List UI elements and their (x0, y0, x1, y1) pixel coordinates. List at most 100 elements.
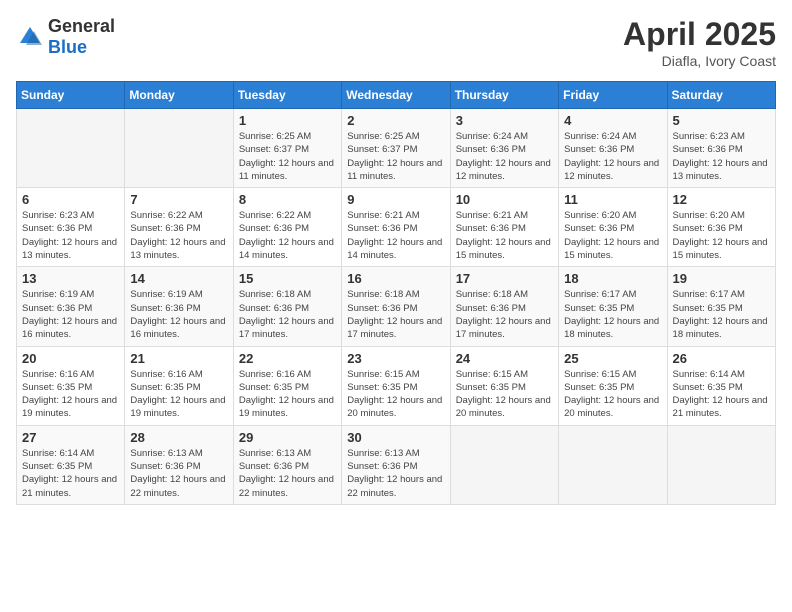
calendar-cell: 27 Sunrise: 6:14 AM Sunset: 6:35 PM Dayli… (17, 425, 125, 504)
calendar-cell: 6 Sunrise: 6:23 AM Sunset: 6:36 PM Daylig… (17, 188, 125, 267)
day-header-saturday: Saturday (667, 82, 775, 109)
calendar-cell: 2Sunrise: 6:25 AM Sunset: 6:37 PM Daylig… (342, 109, 450, 188)
day-info: Sunrise: 6:13 AM Sunset: 6:36 PM Dayligh… (347, 447, 444, 500)
day-info: Sunrise: 6:21 AM Sunset: 6:36 PM Dayligh… (456, 209, 553, 262)
calendar-cell: 14 Sunrise: 6:19 AM Sunset: 6:36 PM Dayli… (125, 267, 233, 346)
calendar-cell: 18 Sunrise: 6:17 AM Sunset: 6:35 PM Dayli… (559, 267, 667, 346)
calendar-cell: 25 Sunrise: 6:15 AM Sunset: 6:35 PM Dayli… (559, 346, 667, 425)
calendar-cell: 8 Sunrise: 6:22 AM Sunset: 6:36 PM Daylig… (233, 188, 341, 267)
day-number: 20 (22, 351, 119, 366)
day-number: 18 (564, 271, 661, 286)
day-info: Sunrise: 6:19 AM Sunset: 6:36 PM Dayligh… (130, 288, 227, 341)
day-info: Sunrise: 6:22 AM Sunset: 6:36 PM Dayligh… (239, 209, 336, 262)
day-header-friday: Friday (559, 82, 667, 109)
calendar-cell: 16 Sunrise: 6:18 AM Sunset: 6:36 PM Dayli… (342, 267, 450, 346)
calendar-cell (125, 109, 233, 188)
calendar-cell (450, 425, 558, 504)
week-row-5: 27 Sunrise: 6:14 AM Sunset: 6:35 PM Dayli… (17, 425, 776, 504)
day-info: Sunrise: 6:16 AM Sunset: 6:35 PM Dayligh… (22, 368, 119, 421)
calendar-cell: 13 Sunrise: 6:19 AM Sunset: 6:36 PM Dayli… (17, 267, 125, 346)
week-row-2: 6 Sunrise: 6:23 AM Sunset: 6:36 PM Daylig… (17, 188, 776, 267)
day-number: 1 (239, 113, 336, 128)
calendar-cell: 26Sunrise: 6:14 AM Sunset: 6:35 PM Dayli… (667, 346, 775, 425)
calendar-cell: 22 Sunrise: 6:16 AM Sunset: 6:35 PM Dayli… (233, 346, 341, 425)
day-number: 6 (22, 192, 119, 207)
day-info: Sunrise: 6:20 AM Sunset: 6:36 PM Dayligh… (564, 209, 661, 262)
logo-text: General Blue (48, 16, 115, 58)
calendar-cell: 1Sunrise: 6:25 AM Sunset: 6:37 PM Daylig… (233, 109, 341, 188)
day-number: 2 (347, 113, 444, 128)
day-number: 19 (673, 271, 770, 286)
day-info: Sunrise: 6:23 AM Sunset: 6:36 PM Dayligh… (22, 209, 119, 262)
day-info: Sunrise: 6:23 AM Sunset: 6:36 PM Dayligh… (673, 130, 770, 183)
day-info: Sunrise: 6:18 AM Sunset: 6:36 PM Dayligh… (239, 288, 336, 341)
day-info: Sunrise: 6:21 AM Sunset: 6:36 PM Dayligh… (347, 209, 444, 262)
calendar-cell: 21Sunrise: 6:16 AM Sunset: 6:35 PM Dayli… (125, 346, 233, 425)
day-number: 13 (22, 271, 119, 286)
title-area: April 2025 Diafla, Ivory Coast (623, 16, 776, 69)
day-info: Sunrise: 6:14 AM Sunset: 6:35 PM Dayligh… (22, 447, 119, 500)
day-header-wednesday: Wednesday (342, 82, 450, 109)
day-info: Sunrise: 6:15 AM Sunset: 6:35 PM Dayligh… (564, 368, 661, 421)
logo-blue: Blue (48, 37, 87, 57)
sub-title: Diafla, Ivory Coast (623, 53, 776, 69)
logo-general: General (48, 16, 115, 36)
day-header-thursday: Thursday (450, 82, 558, 109)
day-number: 23 (347, 351, 444, 366)
day-info: Sunrise: 6:18 AM Sunset: 6:36 PM Dayligh… (456, 288, 553, 341)
day-number: 11 (564, 192, 661, 207)
calendar: SundayMondayTuesdayWednesdayThursdayFrid… (16, 81, 776, 505)
day-number: 27 (22, 430, 119, 445)
day-number: 14 (130, 271, 227, 286)
calendar-cell: 3 Sunrise: 6:24 AM Sunset: 6:36 PM Daylig… (450, 109, 558, 188)
calendar-cell: 24Sunrise: 6:15 AM Sunset: 6:35 PM Dayli… (450, 346, 558, 425)
calendar-cell: 23 Sunrise: 6:15 AM Sunset: 6:35 PM Dayli… (342, 346, 450, 425)
calendar-body: 1Sunrise: 6:25 AM Sunset: 6:37 PM Daylig… (17, 109, 776, 505)
day-info: Sunrise: 6:22 AM Sunset: 6:36 PM Dayligh… (130, 209, 227, 262)
calendar-cell: 5Sunrise: 6:23 AM Sunset: 6:36 PM Daylig… (667, 109, 775, 188)
day-header-monday: Monday (125, 82, 233, 109)
day-header-tuesday: Tuesday (233, 82, 341, 109)
calendar-cell (667, 425, 775, 504)
calendar-cell: 4Sunrise: 6:24 AM Sunset: 6:36 PM Daylig… (559, 109, 667, 188)
day-number: 25 (564, 351, 661, 366)
day-header-sunday: Sunday (17, 82, 125, 109)
calendar-cell: 7 Sunrise: 6:22 AM Sunset: 6:36 PM Daylig… (125, 188, 233, 267)
calendar-cell: 11 Sunrise: 6:20 AM Sunset: 6:36 PM Dayli… (559, 188, 667, 267)
day-number: 16 (347, 271, 444, 286)
day-info: Sunrise: 6:15 AM Sunset: 6:35 PM Dayligh… (347, 368, 444, 421)
calendar-cell: 19 Sunrise: 6:17 AM Sunset: 6:35 PM Dayli… (667, 267, 775, 346)
day-number: 22 (239, 351, 336, 366)
calendar-cell: 20 Sunrise: 6:16 AM Sunset: 6:35 PM Dayli… (17, 346, 125, 425)
calendar-cell: 10Sunrise: 6:21 AM Sunset: 6:36 PM Dayli… (450, 188, 558, 267)
day-number: 29 (239, 430, 336, 445)
calendar-cell: 28Sunrise: 6:13 AM Sunset: 6:36 PM Dayli… (125, 425, 233, 504)
calendar-cell (559, 425, 667, 504)
day-info: Sunrise: 6:17 AM Sunset: 6:35 PM Dayligh… (564, 288, 661, 341)
day-info: Sunrise: 6:17 AM Sunset: 6:35 PM Dayligh… (673, 288, 770, 341)
calendar-cell (17, 109, 125, 188)
day-info: Sunrise: 6:20 AM Sunset: 6:36 PM Dayligh… (673, 209, 770, 262)
day-info: Sunrise: 6:24 AM Sunset: 6:36 PM Dayligh… (456, 130, 553, 183)
day-number: 17 (456, 271, 553, 286)
days-header-row: SundayMondayTuesdayWednesdayThursdayFrid… (17, 82, 776, 109)
header: General Blue April 2025 Diafla, Ivory Co… (16, 16, 776, 69)
day-info: Sunrise: 6:16 AM Sunset: 6:35 PM Dayligh… (130, 368, 227, 421)
calendar-cell: 15 Sunrise: 6:18 AM Sunset: 6:36 PM Dayli… (233, 267, 341, 346)
logo-icon (16, 23, 44, 51)
day-info: Sunrise: 6:16 AM Sunset: 6:35 PM Dayligh… (239, 368, 336, 421)
calendar-cell: 29 Sunrise: 6:13 AM Sunset: 6:36 PM Dayli… (233, 425, 341, 504)
day-number: 8 (239, 192, 336, 207)
calendar-cell: 30Sunrise: 6:13 AM Sunset: 6:36 PM Dayli… (342, 425, 450, 504)
day-number: 15 (239, 271, 336, 286)
main-title: April 2025 (623, 16, 776, 53)
day-number: 3 (456, 113, 553, 128)
day-info: Sunrise: 6:13 AM Sunset: 6:36 PM Dayligh… (239, 447, 336, 500)
day-number: 12 (673, 192, 770, 207)
day-info: Sunrise: 6:15 AM Sunset: 6:35 PM Dayligh… (456, 368, 553, 421)
day-info: Sunrise: 6:24 AM Sunset: 6:36 PM Dayligh… (564, 130, 661, 183)
day-info: Sunrise: 6:19 AM Sunset: 6:36 PM Dayligh… (22, 288, 119, 341)
day-info: Sunrise: 6:18 AM Sunset: 6:36 PM Dayligh… (347, 288, 444, 341)
day-info: Sunrise: 6:14 AM Sunset: 6:35 PM Dayligh… (673, 368, 770, 421)
day-number: 7 (130, 192, 227, 207)
